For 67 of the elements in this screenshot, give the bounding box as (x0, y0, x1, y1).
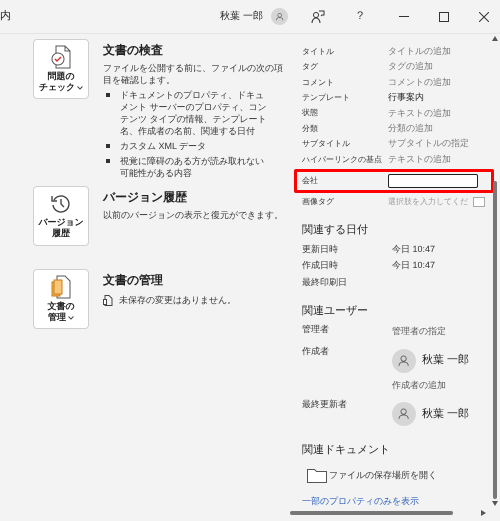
bullet-text: ドキュメントのプロパティ、ドキュメント サーバーのプロパティ、コンテンツ タイプの情報、テンプレート名、作成者の名前、関連する日付 (120, 89, 268, 137)
date-label: 作成日時 (302, 259, 339, 272)
property-value[interactable]: タイトルの追加 (388, 44, 451, 58)
section-button[interactable]: バージョン 履歴 (33, 186, 89, 246)
section-heading: 関連する日付 (302, 222, 369, 238)
bullet-icon (106, 159, 110, 163)
user-avatar-icon (392, 402, 416, 426)
person-label: 最終更新者 (302, 398, 348, 412)
add-author-link[interactable]: 作成者の追加 (392, 378, 470, 392)
person-name: 秋葉 一郎 (422, 352, 470, 368)
person-name: 秋葉 一郎 (422, 406, 470, 422)
show-fewer-properties-link[interactable]: 一部のプロパティのみを表示 (302, 494, 486, 508)
user-name: 秋葉 一郎 (220, 10, 263, 24)
date-value: 今日 10:47 (392, 242, 436, 256)
bullet-text: カスタム XML データ (120, 140, 208, 152)
section-title: 文書の検査 (103, 42, 164, 59)
date-label: 更新日時 (302, 242, 339, 256)
documents-icon (51, 275, 71, 299)
section-title: バージョン履歴 (103, 189, 188, 206)
scroll-up-icon[interactable] (492, 36, 498, 41)
window-title: 内 (0, 9, 11, 24)
property-label: コメント (302, 76, 335, 89)
property-label: ハイパーリンクの基点 (302, 154, 383, 166)
date-value: 今日 10:47 (392, 259, 436, 272)
property-label: 画像タグ (302, 196, 335, 208)
section-description: ファイルを公開する前に、ファイルの次の項目を確認します。 (103, 62, 284, 86)
clock-history-icon (50, 193, 72, 215)
property-value[interactable]: コメントの追加 (388, 76, 451, 90)
folder-icon (307, 466, 327, 483)
property-value[interactable]: テキストの追加 (388, 152, 451, 166)
scroll-down-icon[interactable] (492, 501, 498, 506)
property-label: テンプレート (302, 92, 351, 104)
property-value[interactable]: タグの追加 (388, 60, 433, 74)
scroll-right-icon[interactable] (481, 510, 486, 516)
section-heading: 関連ドキュメント (302, 443, 391, 458)
section-button[interactable]: 問題の チェック (33, 39, 89, 99)
person-label: 作成者 (302, 344, 330, 358)
property-value[interactable]: 管理者の指定 (392, 325, 446, 339)
property-label: 分類 (302, 122, 319, 135)
property-label: タイトル (302, 46, 335, 58)
help-button[interactable]: ? (352, 8, 368, 25)
property-value[interactable]: 分類の追加 (388, 122, 433, 136)
bullet-icon (106, 144, 110, 148)
bullet-icon (106, 93, 110, 97)
property-label: 会社 (302, 174, 319, 187)
document-check-icon (50, 45, 72, 69)
section-button[interactable]: 文書の 管理 (33, 269, 89, 329)
date-label: 最終印刷日 (302, 276, 348, 289)
user-avatar-icon (271, 8, 288, 25)
scroll-thumb[interactable] (493, 181, 497, 499)
section-heading: 関連ユーザー (302, 304, 369, 319)
bullet-text: 視覚に障碍のある方が読み取れない可能性がある内容 (120, 155, 265, 179)
status-text: 未保存の変更はありません。 (119, 294, 236, 307)
property-value[interactable]: テキストの追加 (388, 106, 451, 120)
section-title: 文書の管理 (103, 272, 164, 289)
section-description: 以前のバージョンの表示と復元ができます。 (103, 209, 284, 221)
company-input[interactable] (388, 174, 478, 188)
property-value[interactable]: サブタイトルの指定 (388, 137, 469, 151)
property-label: タグ (302, 61, 319, 74)
scroll-thumb[interactable] (290, 511, 453, 515)
property-label: 状態 (302, 107, 319, 120)
property-value[interactable]: 行事案内 (388, 91, 424, 105)
person-label: 管理者 (302, 323, 330, 336)
document-icon (103, 295, 113, 306)
property-label: サブタイトル (302, 138, 351, 150)
open-location-button[interactable]: ファイルの保存場所を開く (307, 466, 486, 483)
user-avatar-icon (392, 348, 416, 373)
